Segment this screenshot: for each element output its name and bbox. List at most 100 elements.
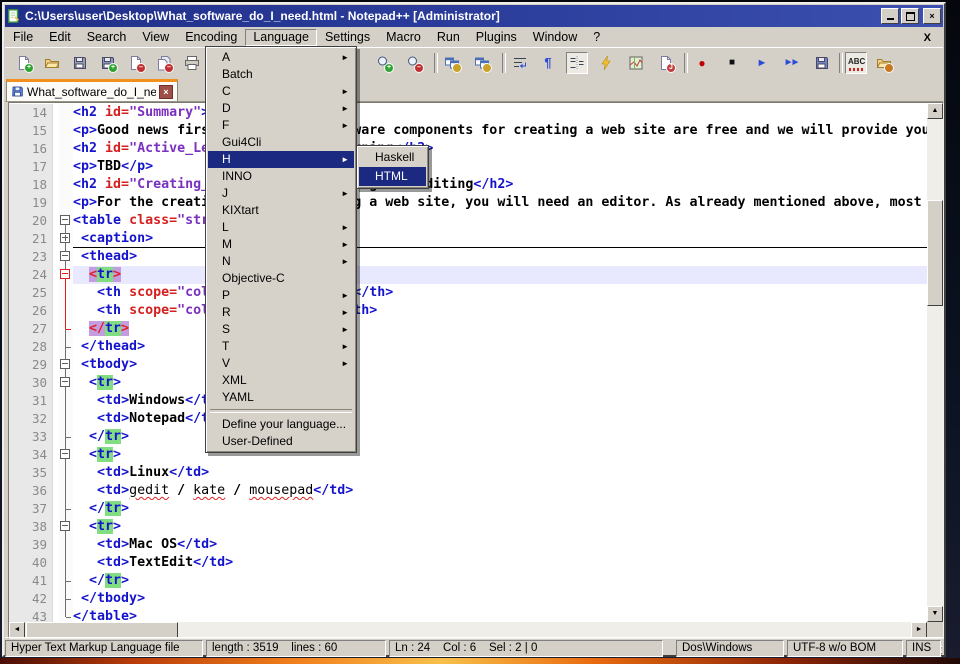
code-text[interactable]: <td>Notepad</td> [73, 410, 927, 428]
fold-margin[interactable] [59, 374, 73, 392]
language-menu-item-j[interactable]: J► [208, 185, 354, 202]
fold-margin[interactable] [59, 158, 73, 176]
minimize-button[interactable] [881, 8, 899, 24]
macro-play-icon[interactable]: ► [751, 52, 773, 74]
code-text[interactable]: <tr> [73, 266, 927, 284]
language-menu-item-p[interactable]: P► [208, 287, 354, 304]
code-text[interactable]: </tbody> [73, 590, 927, 608]
fold-margin[interactable] [59, 266, 73, 284]
fold-margin[interactable] [59, 248, 73, 266]
fold-margin[interactable] [59, 392, 73, 410]
fold-margin[interactable] [59, 464, 73, 482]
code-text[interactable]: </tr> [73, 500, 927, 518]
language-menu-item-d[interactable]: D► [208, 100, 354, 117]
sync-vertical-icon[interactable] [441, 52, 463, 74]
new-file-icon[interactable]: + [13, 52, 35, 74]
language-menu-item-gui4cli[interactable]: Gui4Cli [208, 134, 354, 151]
spell-check-icon[interactable]: ABC [845, 52, 867, 74]
fold-margin[interactable] [59, 284, 73, 302]
menu-file[interactable]: File [5, 29, 41, 46]
code-text[interactable]: <td>TextEdit</td> [73, 554, 927, 572]
fold-margin[interactable] [59, 410, 73, 428]
menu-view[interactable]: View [134, 29, 177, 46]
code-text[interactable]: <caption> [73, 230, 927, 248]
code-text[interactable]: <h2 id="Active_Learning">Active Learning… [73, 140, 927, 158]
language-menu-item-v[interactable]: V► [208, 355, 354, 372]
horizontal-scrollbar[interactable]: ◄ ► [9, 622, 927, 638]
fold-margin[interactable] [59, 356, 73, 374]
indent-guide-icon[interactable] [566, 52, 588, 74]
menu-?[interactable]: ? [585, 29, 608, 46]
code-text[interactable]: <p>For the creation and also editing a w… [73, 194, 927, 212]
close-button[interactable]: × [923, 8, 941, 24]
submenu-item-html[interactable]: HTML [359, 167, 426, 186]
language-menu-item-kixtart[interactable]: KIXtart [208, 202, 354, 219]
language-menu-item-define-your-language-[interactable]: Define your language... [208, 416, 354, 433]
code-text[interactable]: <td>Mac OS</td> [73, 536, 927, 554]
user-defined-dialog-icon[interactable] [595, 52, 617, 74]
code-text[interactable]: <th scope="col">Operating system</th> [73, 284, 927, 302]
code-text[interactable]: <table class="striped"> [73, 212, 927, 230]
menubar-close-doc-icon[interactable]: X [924, 32, 943, 44]
fold-margin[interactable] [59, 428, 73, 446]
fold-margin[interactable] [59, 500, 73, 518]
submenu-item-haskell[interactable]: Haskell [359, 148, 426, 167]
fold-margin[interactable] [59, 140, 73, 158]
menu-settings[interactable]: Settings [317, 29, 378, 46]
fold-margin[interactable] [59, 338, 73, 356]
code-text[interactable]: <td>gedit / kate / mousepad</td> [73, 482, 927, 500]
save-icon[interactable] [69, 52, 91, 74]
code-text[interactable]: <thead> [73, 248, 927, 266]
fold-margin[interactable] [59, 230, 73, 248]
language-menu-item-t[interactable]: T► [208, 338, 354, 355]
language-menu-item-c[interactable]: C► [208, 83, 354, 100]
fold-margin[interactable] [59, 320, 73, 338]
show-all-chars-icon[interactable]: ¶ [537, 52, 559, 74]
fold-margin[interactable] [59, 122, 73, 140]
vertical-scrollbar[interactable]: ▲ ▼ [927, 103, 943, 622]
fold-margin[interactable] [59, 446, 73, 464]
explorer-icon[interactable] [873, 52, 895, 74]
fold-margin[interactable] [59, 518, 73, 536]
code-text[interactable]: <td>Linux</td> [73, 464, 927, 482]
word-wrap-icon[interactable] [509, 52, 531, 74]
maximize-button[interactable] [901, 8, 919, 24]
code-text[interactable]: <th scope="col">Default editor</th> [73, 302, 927, 320]
menu-search[interactable]: Search [79, 29, 135, 46]
language-menu-item-h[interactable]: H► [208, 151, 354, 168]
language-menu-item-m[interactable]: M► [208, 236, 354, 253]
fold-margin[interactable] [59, 176, 73, 194]
scroll-down-arrow[interactable]: ▼ [927, 606, 943, 622]
fold-margin[interactable] [59, 590, 73, 608]
fold-margin[interactable] [59, 572, 73, 590]
titlebar[interactable]: C:\Users\user\Desktop\What_software_do_I… [5, 5, 943, 27]
language-menu-item-batch[interactable]: Batch [208, 66, 354, 83]
menu-edit[interactable]: Edit [41, 29, 79, 46]
tab-close-icon[interactable]: × [159, 85, 173, 99]
menu-run[interactable]: Run [429, 29, 468, 46]
fold-margin[interactable] [59, 554, 73, 572]
close-all-icon[interactable]: – [153, 52, 175, 74]
code-text[interactable]: <td>Windows</td> [73, 392, 927, 410]
fold-margin[interactable] [59, 104, 73, 122]
macro-save-icon[interactable] [811, 52, 833, 74]
code-text[interactable]: <tr> [73, 446, 927, 464]
language-menu-item-objective-c[interactable]: Objective-C [208, 270, 354, 287]
fold-margin[interactable] [59, 536, 73, 554]
code-text[interactable]: <tbody> [73, 356, 927, 374]
close-icon[interactable]: – [125, 52, 147, 74]
code-text[interactable]: </tr> [73, 428, 927, 446]
language-menu-item-l[interactable]: L► [208, 219, 354, 236]
menu-encoding[interactable]: Encoding [177, 29, 245, 46]
menu-window[interactable]: Window [525, 29, 585, 46]
fold-margin[interactable] [59, 302, 73, 320]
language-menu-item-yaml[interactable]: YAML [208, 389, 354, 406]
menu-language[interactable]: Language [245, 29, 317, 46]
scroll-right-arrow[interactable]: ► [911, 622, 927, 638]
code-text[interactable]: <p>TBD</p> [73, 158, 927, 176]
fold-margin[interactable] [59, 212, 73, 230]
language-menu-item-s[interactable]: S► [208, 321, 354, 338]
menu-macro[interactable]: Macro [378, 29, 429, 46]
zoom-in-icon[interactable]: + [373, 52, 395, 74]
code-text[interactable]: </tr> [73, 320, 927, 338]
